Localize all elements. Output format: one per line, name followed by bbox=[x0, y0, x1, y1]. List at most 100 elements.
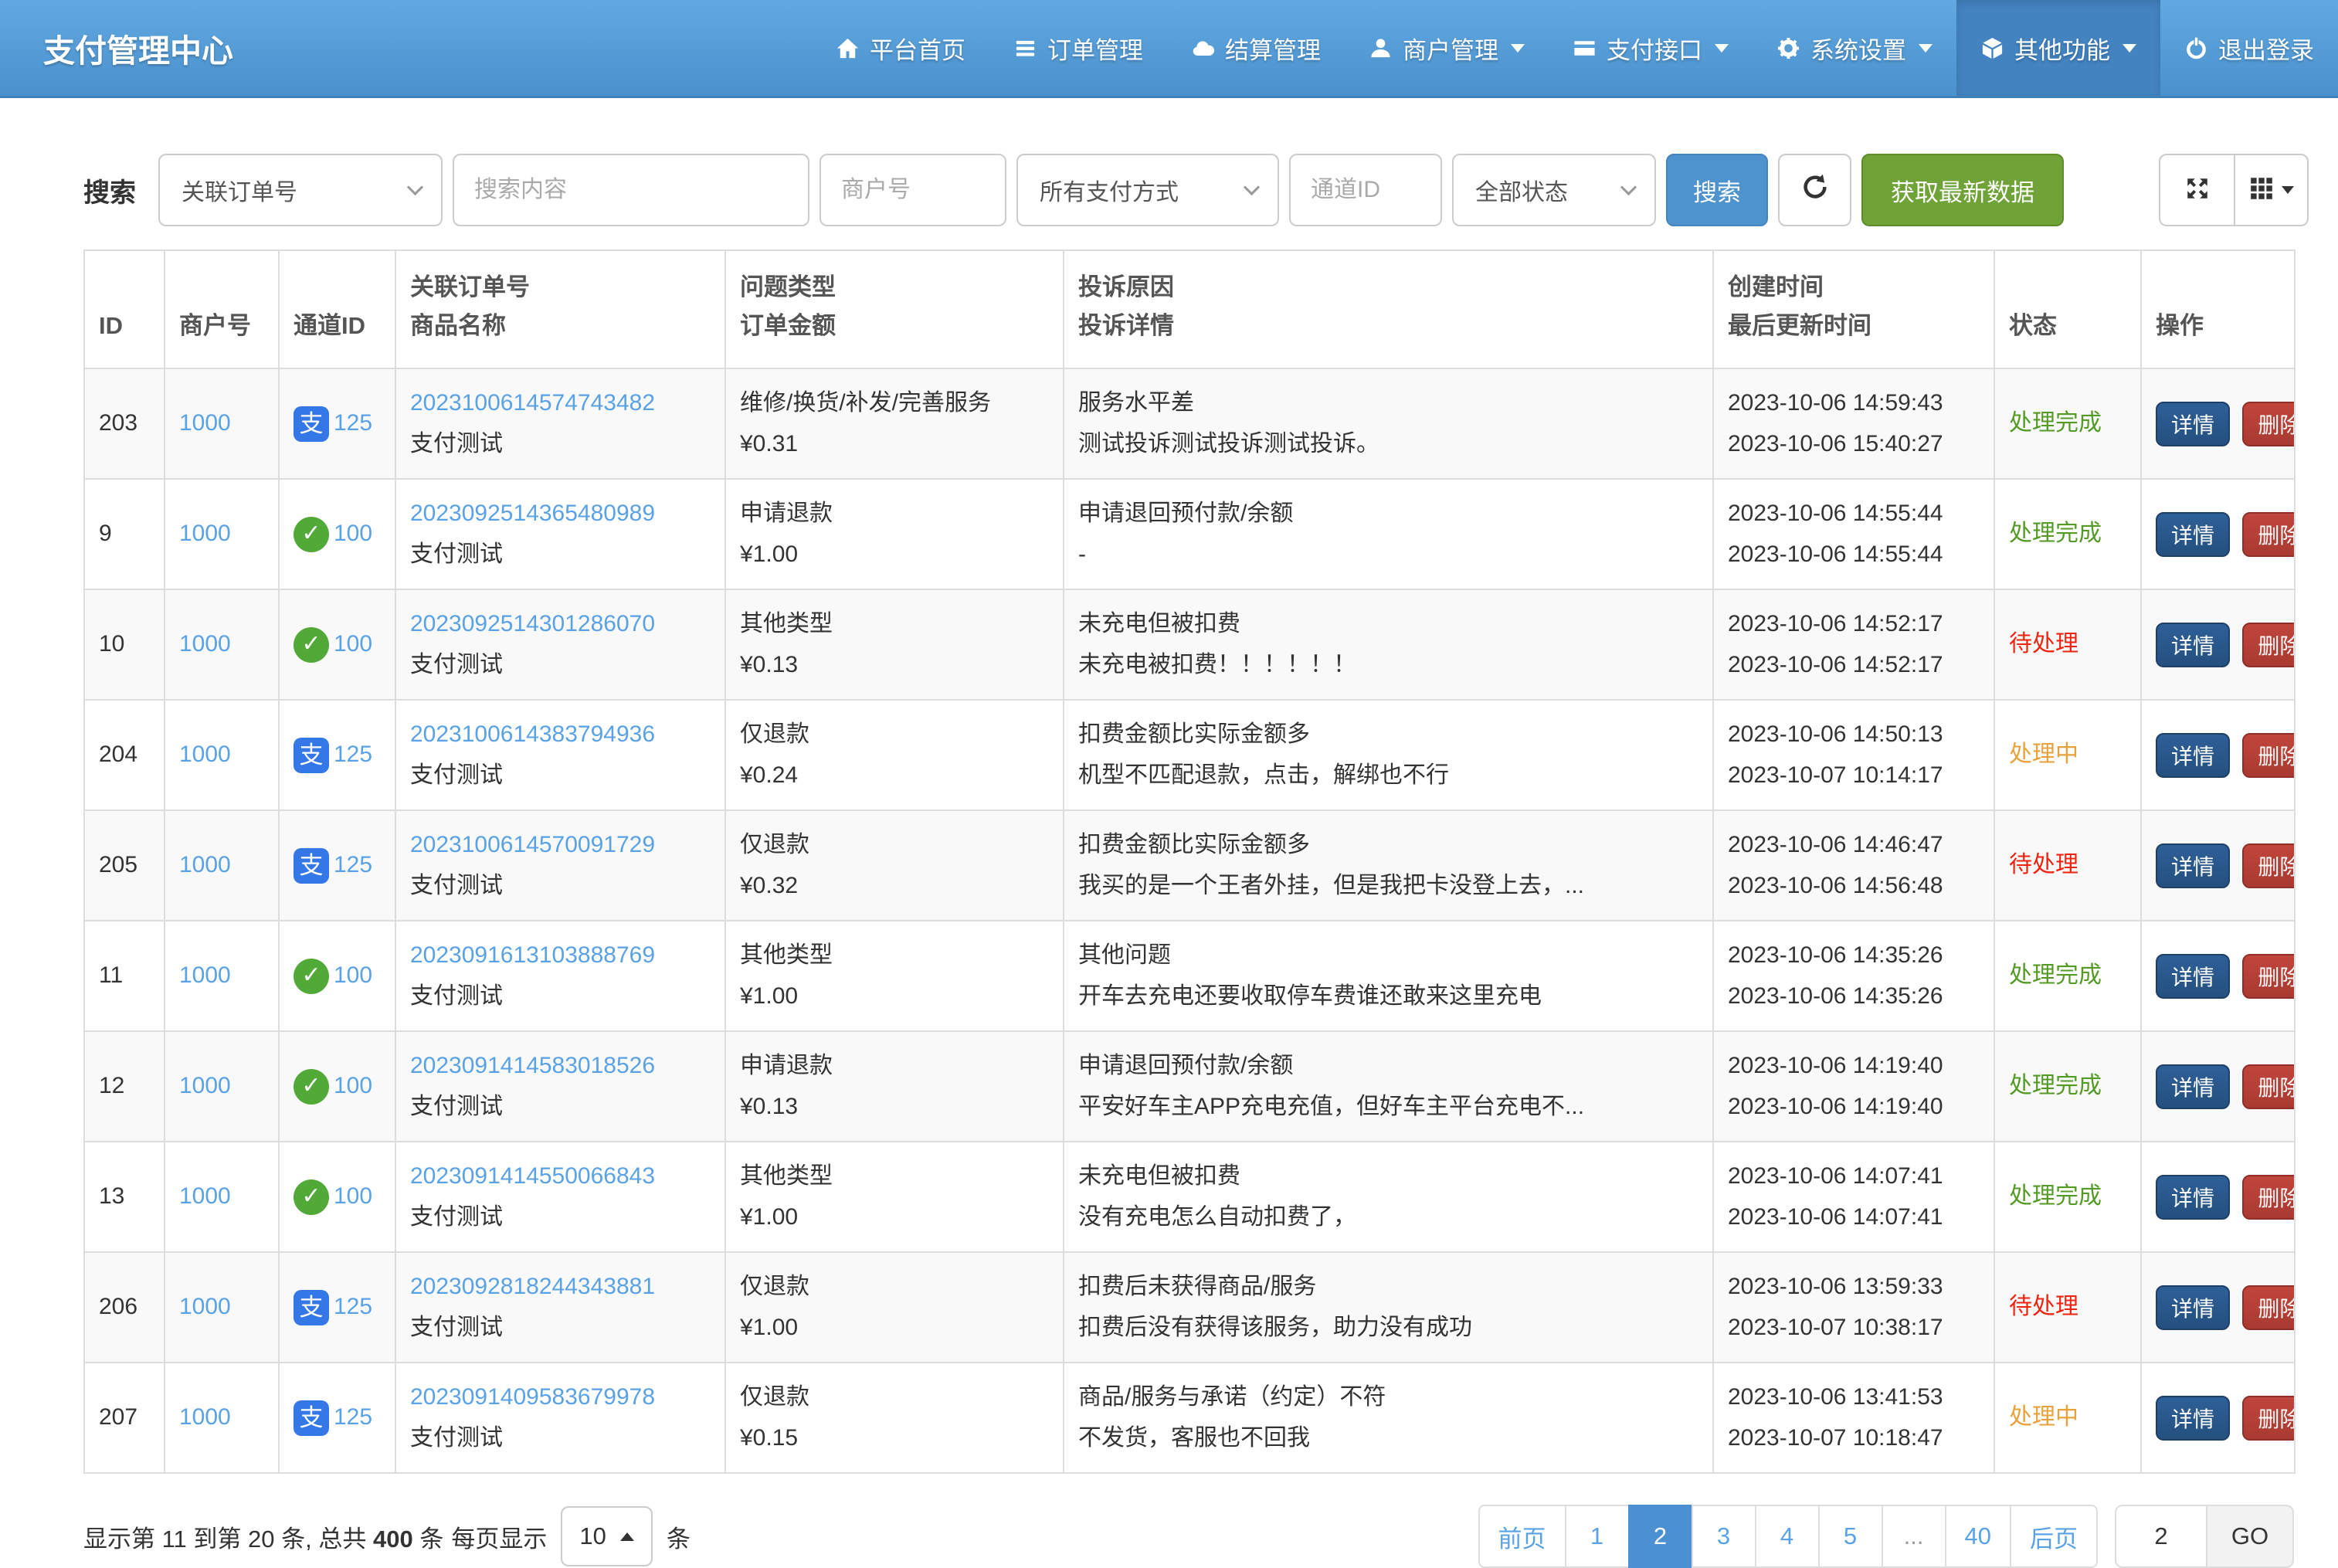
merchant-link[interactable]: 1000 bbox=[179, 962, 231, 988]
cell-merchant: 1000 bbox=[165, 810, 279, 921]
nav-item-other-functions[interactable]: 其他功能 bbox=[1956, 0, 2160, 96]
merchant-link[interactable]: 1000 bbox=[179, 631, 231, 657]
nav-item-platform-home[interactable]: 平台首页 bbox=[812, 0, 989, 96]
search-input[interactable] bbox=[453, 154, 809, 226]
go-button[interactable]: GO bbox=[2207, 1505, 2294, 1568]
channel-link[interactable]: 125 bbox=[334, 1287, 372, 1328]
complaints-table: ID商户号通道ID关联订单号商品名称问题类型订单金额投诉原因投诉详情创建时间最后… bbox=[83, 249, 2296, 1474]
cell-id: 12 bbox=[84, 1031, 165, 1142]
paytype-value: 所有支付方式 bbox=[1040, 173, 1179, 207]
merchant-link[interactable]: 1000 bbox=[179, 410, 231, 436]
merchant-link[interactable]: 1000 bbox=[179, 852, 231, 877]
cell-actions: 详情 删除 bbox=[2141, 1031, 2295, 1142]
cell-complaint: 未充电但被扣费 未充电被扣费！！！！！！ bbox=[1064, 589, 1713, 700]
pagination-page[interactable]: 4 bbox=[1755, 1505, 1820, 1568]
channel-link[interactable]: 100 bbox=[334, 955, 372, 996]
status-text: 待处理 bbox=[2009, 852, 2078, 877]
delete-button[interactable]: 删除 bbox=[2242, 733, 2295, 778]
order-link[interactable]: 2023092514365480989 bbox=[410, 501, 655, 526]
app-brand[interactable]: 支付管理中心 bbox=[0, 0, 264, 96]
delete-button[interactable]: 删除 bbox=[2242, 1175, 2295, 1220]
merchant-link[interactable]: 1000 bbox=[179, 521, 231, 546]
delete-button[interactable]: 删除 bbox=[2242, 843, 2295, 888]
status-select[interactable]: 全部状态 bbox=[1452, 154, 1656, 226]
channel-link[interactable]: 125 bbox=[334, 735, 372, 776]
nav-item-label: 退出登录 bbox=[2218, 31, 2314, 66]
detail-button[interactable]: 详情 bbox=[2156, 954, 2230, 999]
delete-button[interactable]: 删除 bbox=[2242, 954, 2295, 999]
nav-item-system-settings[interactable]: 系统设置 bbox=[1753, 0, 1956, 96]
cell-time: 2023-10-06 14:35:26 2023-10-06 14:35:26 bbox=[1713, 921, 1994, 1031]
columns-button[interactable] bbox=[2234, 154, 2309, 226]
channel-link[interactable]: 125 bbox=[334, 1397, 372, 1438]
merchant-link[interactable]: 1000 bbox=[179, 1294, 231, 1319]
refresh-button[interactable] bbox=[1778, 154, 1851, 226]
pagination-page[interactable]: 5 bbox=[1818, 1505, 1883, 1568]
paytype-select[interactable]: 所有支付方式 bbox=[1016, 154, 1279, 226]
channel-link[interactable]: 125 bbox=[334, 403, 372, 444]
pagination-page[interactable]: 2 bbox=[1628, 1505, 1693, 1568]
delete-button[interactable]: 删除 bbox=[2242, 1285, 2295, 1330]
merchant-link[interactable]: 1000 bbox=[179, 742, 231, 767]
detail-button[interactable]: 详情 bbox=[2156, 623, 2230, 667]
order-link[interactable]: 2023091613103888769 bbox=[410, 942, 655, 968]
merchant-input[interactable] bbox=[819, 154, 1006, 226]
order-link[interactable]: 2023092514301286070 bbox=[410, 611, 655, 636]
delete-button[interactable]: 删除 bbox=[2242, 1064, 2295, 1109]
channel-link[interactable]: 100 bbox=[334, 1066, 372, 1107]
pagination-next[interactable]: 后页 bbox=[2010, 1505, 2098, 1568]
order-link[interactable]: 2023100614574743482 bbox=[410, 390, 655, 416]
fullscreen-button[interactable] bbox=[2159, 154, 2234, 226]
merchant-link[interactable]: 1000 bbox=[179, 1404, 231, 1430]
detail-button[interactable]: 详情 bbox=[2156, 1396, 2230, 1441]
cell-status: 处理完成 bbox=[1994, 368, 2141, 479]
detail-button[interactable]: 详情 bbox=[2156, 1064, 2230, 1109]
detail-button[interactable]: 详情 bbox=[2156, 843, 2230, 888]
page-jump-input[interactable] bbox=[2115, 1505, 2207, 1568]
merchant-link[interactable]: 1000 bbox=[179, 1073, 231, 1098]
complaint-detail: 我买的是一个王者外挂，但是我把卡没登上去，... bbox=[1078, 866, 1698, 907]
created-time: 2023-10-06 13:59:33 bbox=[1728, 1267, 1980, 1308]
cell-complaint: 申请退回预付款/余额 平安好车主APP充电充值，但好车主平台充电不... bbox=[1064, 1031, 1713, 1142]
detail-button[interactable]: 详情 bbox=[2156, 1175, 2230, 1220]
channel-link[interactable]: 100 bbox=[334, 624, 372, 665]
pagination-prev[interactable]: 前页 bbox=[1478, 1505, 1566, 1568]
fetch-latest-button[interactable]: 获取最新数据 bbox=[1861, 154, 2064, 226]
nav-item-merchant-mgmt[interactable]: 商户管理 bbox=[1345, 0, 1549, 96]
order-link[interactable]: 2023091409583679978 bbox=[410, 1384, 655, 1410]
updated-time: 2023-10-06 14:07:41 bbox=[1728, 1197, 1980, 1238]
channel-link[interactable]: 125 bbox=[334, 845, 372, 886]
order-link[interactable]: 2023091414550066843 bbox=[410, 1163, 655, 1189]
detail-button[interactable]: 详情 bbox=[2156, 512, 2230, 557]
delete-button[interactable]: 删除 bbox=[2242, 623, 2295, 667]
delete-button[interactable]: 删除 bbox=[2242, 512, 2295, 557]
cell-order: 2023091613103888769 支付测试 bbox=[395, 921, 725, 1031]
order-link[interactable]: 2023100614383794936 bbox=[410, 721, 655, 747]
search-field-select[interactable]: 关联订单号 bbox=[158, 154, 443, 226]
channel-link[interactable]: 100 bbox=[334, 1176, 372, 1217]
delete-button[interactable]: 删除 bbox=[2242, 402, 2295, 446]
detail-button[interactable]: 详情 bbox=[2156, 402, 2230, 446]
order-link[interactable]: 2023091414583018526 bbox=[410, 1053, 655, 1078]
delete-button[interactable]: 删除 bbox=[2242, 1396, 2295, 1441]
nav-item-payment-interface[interactable]: 支付接口 bbox=[1549, 0, 1753, 96]
order-amount: ¥0.13 bbox=[740, 645, 1049, 686]
order-link[interactable]: 2023100614570091729 bbox=[410, 832, 655, 857]
updated-time: 2023-10-06 14:55:44 bbox=[1728, 535, 1980, 575]
detail-button[interactable]: 详情 bbox=[2156, 1285, 2230, 1330]
page-size-dropdown[interactable]: 10 bbox=[561, 1506, 652, 1566]
nav-item-order-mgmt[interactable]: 订单管理 bbox=[989, 0, 1167, 96]
pagination-page[interactable]: 1 bbox=[1565, 1505, 1630, 1568]
channel-link[interactable]: 100 bbox=[334, 514, 372, 555]
column-header: 操作 bbox=[2141, 250, 2295, 368]
pagination-page[interactable]: 40 bbox=[1945, 1505, 2011, 1568]
nav-item-logout[interactable]: 退出登录 bbox=[2160, 0, 2338, 96]
order-link[interactable]: 2023092818244343881 bbox=[410, 1274, 655, 1299]
created-time: 2023-10-06 14:19:40 bbox=[1728, 1046, 1980, 1087]
nav-item-settlement-mgmt[interactable]: 结算管理 bbox=[1167, 0, 1345, 96]
pagination-page[interactable]: 3 bbox=[1692, 1505, 1756, 1568]
channel-id-input[interactable] bbox=[1289, 154, 1442, 226]
search-button[interactable]: 搜索 bbox=[1666, 154, 1768, 226]
merchant-link[interactable]: 1000 bbox=[179, 1183, 231, 1209]
detail-button[interactable]: 详情 bbox=[2156, 733, 2230, 778]
